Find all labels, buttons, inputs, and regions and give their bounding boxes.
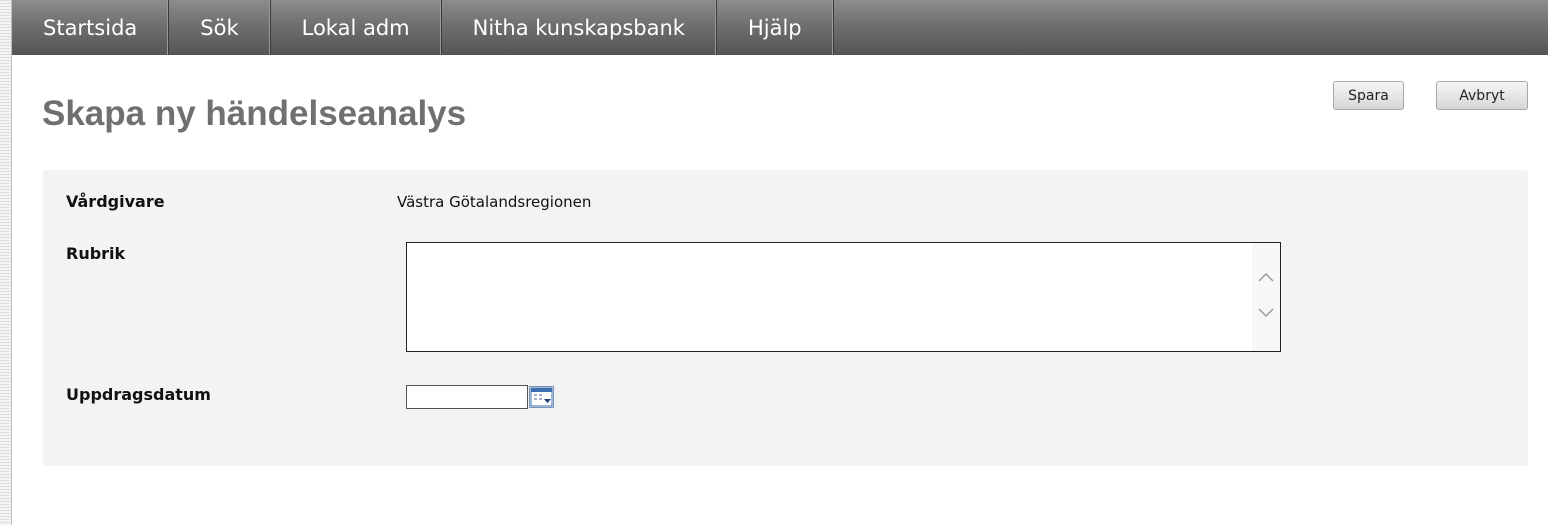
uppdragsdatum-label: Uppdragsdatum xyxy=(66,385,211,404)
calendar-button[interactable] xyxy=(529,386,554,408)
rubrik-label: Rubrik xyxy=(66,244,126,263)
cancel-button[interactable]: Avbryt xyxy=(1436,81,1528,110)
save-button[interactable]: Spara xyxy=(1333,81,1404,110)
nav-item-nitha-kunskapsbank[interactable]: Nitha kunskapsbank xyxy=(442,0,717,55)
top-navigation: Startsida Sök Lokal adm Nitha kunskapsba… xyxy=(12,0,1548,55)
nav-item-startsida[interactable]: Startsida xyxy=(12,0,170,55)
nav-item-sok[interactable]: Sök xyxy=(169,0,271,55)
rubrik-scrollbar[interactable] xyxy=(1252,243,1280,351)
form-panel: Vårdgivare Västra Götalandsregionen Rubr… xyxy=(43,170,1528,466)
rubrik-field xyxy=(406,242,1281,352)
page-title: Skapa ny händelseanalys xyxy=(42,94,467,133)
left-edge-border xyxy=(0,0,12,525)
chevron-up-icon[interactable] xyxy=(1258,271,1274,283)
uppdragsdatum-input[interactable] xyxy=(406,385,528,409)
chevron-down-icon[interactable] xyxy=(1258,307,1274,319)
nav-item-hjalp[interactable]: Hjälp xyxy=(717,0,834,55)
nav-item-lokal-adm[interactable]: Lokal adm xyxy=(271,0,442,55)
calendar-icon xyxy=(530,387,553,407)
vardgivare-label: Vårdgivare xyxy=(66,192,165,211)
vardgivare-value: Västra Götalandsregionen xyxy=(397,193,592,211)
rubrik-textarea[interactable] xyxy=(407,243,1280,351)
